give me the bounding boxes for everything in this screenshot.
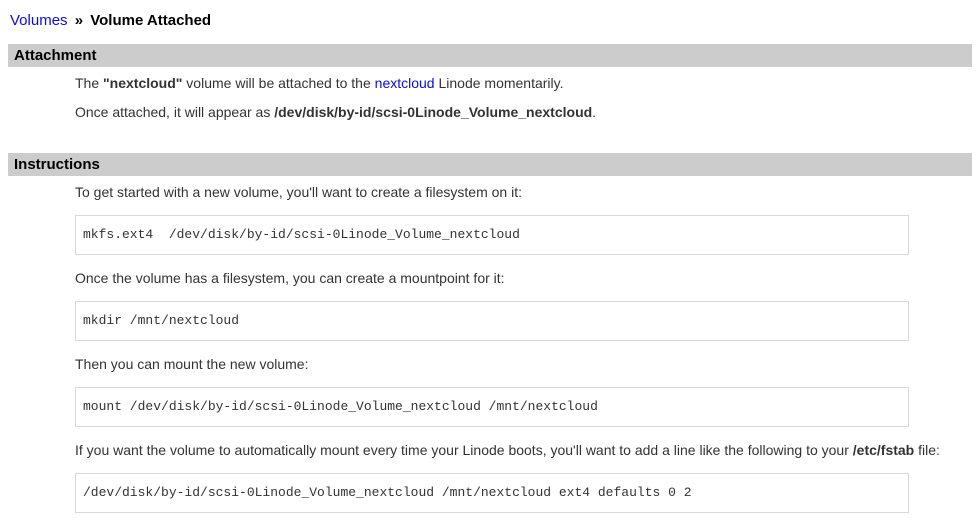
attachment-status-text-post: Linode momentarily. <box>435 75 564 91</box>
attachment-device-text-pre: Once attached, it will appear as <box>75 104 274 120</box>
breadcrumb-separator: » <box>75 12 83 29</box>
step1-text: To get started with a new volume, you'll… <box>75 184 974 200</box>
step4-text-pre: If you want the volume to automatically … <box>75 442 853 458</box>
attachment-section-content: The "nextcloud" volume will be attached … <box>75 75 974 120</box>
attachment-device-text-post: . <box>592 104 596 120</box>
attachment-device-text: Once attached, it will appear as /dev/di… <box>75 104 974 120</box>
instructions-section: Instructions To get started with a new v… <box>0 153 980 513</box>
breadcrumb-current-page: Volume Attached <box>90 12 211 29</box>
attachment-status-text: The "nextcloud" volume will be attached … <box>75 75 974 91</box>
step4-text-post: file: <box>914 442 940 458</box>
breadcrumb-volumes-link[interactable]: Volumes <box>10 12 68 29</box>
volume-name: "nextcloud" <box>103 75 182 91</box>
instructions-section-header: Instructions <box>8 153 972 176</box>
mkdir-command-codeblock: mkdir /mnt/nextcloud <box>75 301 909 341</box>
fstab-path: /etc/fstab <box>853 442 914 458</box>
instructions-section-content: To get started with a new volume, you'll… <box>75 184 974 513</box>
step2-text: Once the volume has a filesystem, you ca… <box>75 270 974 286</box>
linode-link[interactable]: nextcloud <box>375 75 435 91</box>
step3-text: Then you can mount the new volume: <box>75 356 974 372</box>
attachment-status-text-pre: The <box>75 75 103 91</box>
mount-command-codeblock: mount /dev/disk/by-id/scsi-0Linode_Volum… <box>75 387 909 427</box>
mkfs-command-codeblock: mkfs.ext4 /dev/disk/by-id/scsi-0Linode_V… <box>75 215 909 255</box>
attachment-section: Attachment The "nextcloud" volume will b… <box>0 44 980 120</box>
fstab-entry-codeblock: /dev/disk/by-id/scsi-0Linode_Volume_next… <box>75 473 909 513</box>
attachment-section-header: Attachment <box>8 44 972 67</box>
attachment-status-text-mid: volume will be attached to the <box>182 75 374 91</box>
breadcrumb: Volumes » Volume Attached <box>10 12 970 30</box>
device-path: /dev/disk/by-id/scsi-0Linode_Volume_next… <box>274 104 592 120</box>
step4-text: If you want the volume to automatically … <box>75 442 974 458</box>
